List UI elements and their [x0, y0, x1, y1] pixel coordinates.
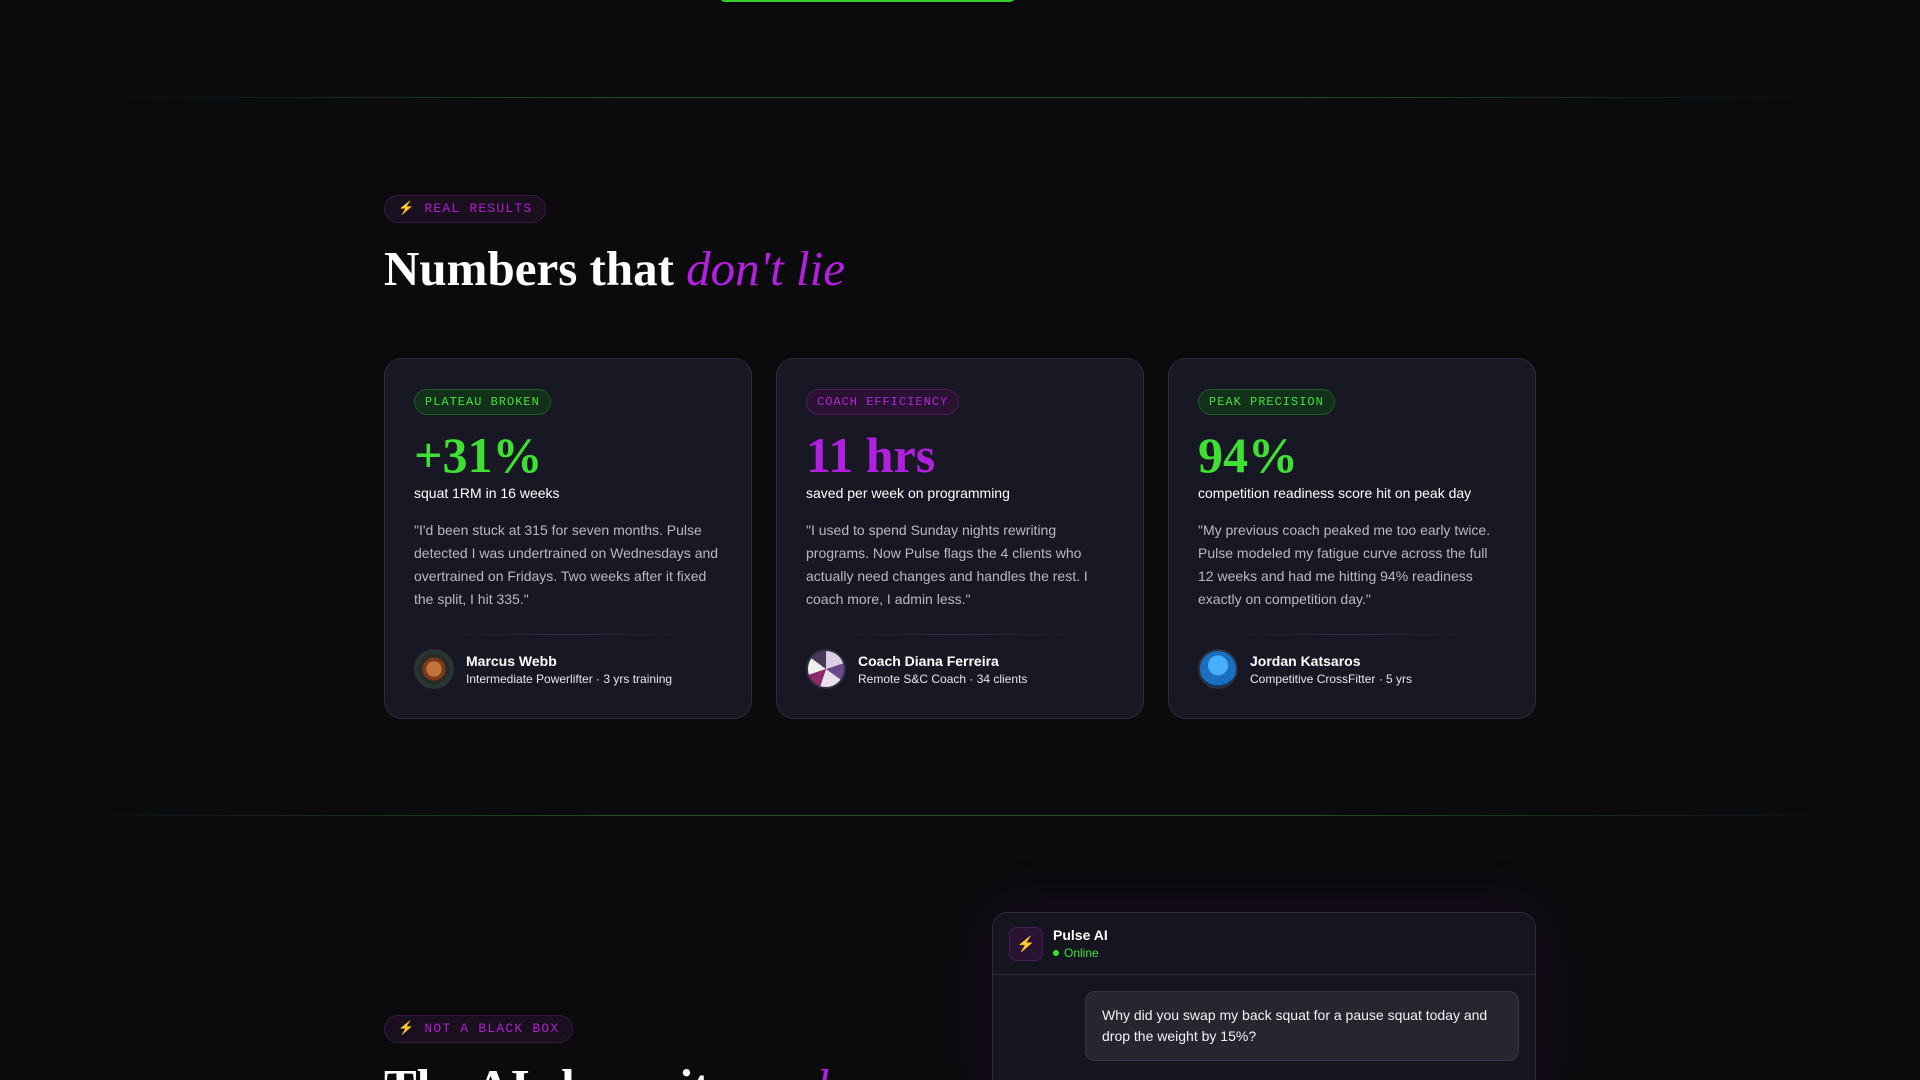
avatar: [414, 649, 454, 689]
chat-status-label: Online: [1064, 946, 1099, 960]
author-name: Coach Diana Ferreira: [858, 652, 999, 669]
card-subtitle: competition readiness score hit on peak …: [1198, 485, 1472, 501]
author-role: Intermediate Powerlifter · 3 yrs trainin…: [466, 671, 673, 686]
user-message-bubble: Why did you swap my back squat for a pau…: [1085, 991, 1519, 1061]
card-author: Marcus Webb Intermediate Powerlifter · 3…: [414, 649, 672, 689]
black-box-eyebrow: ⚡ NOT A BLACK BOX: [384, 1015, 574, 1043]
testimonial-card: PEAK PRECISION 94% competition readiness…: [1168, 358, 1536, 719]
results-heading-accent: don't lie: [686, 241, 845, 296]
avatar: [806, 649, 846, 689]
card-metric: +31%: [414, 427, 543, 483]
section-divider: [100, 97, 1820, 98]
card-author: Jordan Katsaros Competitive CrossFitter …: [1198, 649, 1412, 689]
testimonial-card: PLATEAU BROKEN +31% squat 1RM in 16 week…: [384, 358, 752, 719]
card-badge: COACH EFFICIENCY: [806, 389, 960, 415]
author-role: Competitive CrossFitter · 5 yrs: [1250, 671, 1413, 686]
card-quote: "My previous coach peaked me too early t…: [1198, 522, 1491, 607]
results-heading: Numbers that don't lie: [384, 240, 845, 297]
chat-window: ⚡ Pulse AI Online Why did you swap my ba…: [992, 912, 1536, 1080]
card-quote: "I used to spend Sunday nights rewriting…: [806, 522, 1088, 607]
bolt-icon: ⚡: [1009, 926, 1043, 961]
eyebrow-label: ⚡ REAL RESULTS: [398, 201, 533, 216]
testimonial-card: COACH EFFICIENCY 11 hrs saved per week o…: [776, 358, 1144, 719]
card-badge: PEAK PRECISION: [1198, 389, 1335, 415]
card-metric: 94%: [1198, 427, 1298, 483]
author-name: Jordan Katsaros: [1250, 652, 1361, 669]
card-separator: [837, 634, 1083, 635]
card-separator: [1229, 634, 1475, 635]
card-separator: [445, 634, 691, 635]
real-results-eyebrow: ⚡ REAL RESULTS: [384, 195, 547, 223]
author-name: Marcus Webb: [466, 652, 557, 669]
author-role: Remote S&C Coach · 34 clients: [858, 671, 1028, 686]
avatar: [1198, 649, 1238, 689]
top-cta-button[interactable]: [720, 0, 1015, 2]
card-badge: PLATEAU BROKEN: [414, 389, 551, 415]
card-metric: 11 hrs: [806, 427, 936, 483]
chat-header: ⚡ Pulse AI Online: [993, 913, 1535, 975]
card-subtitle: saved per week on programming: [806, 485, 1010, 501]
section-divider: [60, 815, 1860, 816]
eyebrow-label: ⚡ NOT A BLACK BOX: [398, 1021, 560, 1036]
card-subtitle: squat 1RM in 16 weeks: [414, 485, 560, 501]
card-quote: "I'd been stuck at 315 for seven months.…: [414, 522, 719, 607]
online-dot-icon: [1053, 950, 1059, 956]
results-heading-main: Numbers that: [384, 241, 687, 296]
ai-heading: The AI shows its work: [384, 1058, 839, 1080]
ai-heading-accent: work: [741, 1059, 839, 1080]
chat-title: Pulse AI: [1053, 927, 1108, 943]
card-author: Coach Diana Ferreira Remote S&C Coach · …: [806, 649, 1027, 689]
ai-heading-main: The AI shows its: [384, 1059, 741, 1080]
chat-status: Online: [1053, 946, 1108, 960]
